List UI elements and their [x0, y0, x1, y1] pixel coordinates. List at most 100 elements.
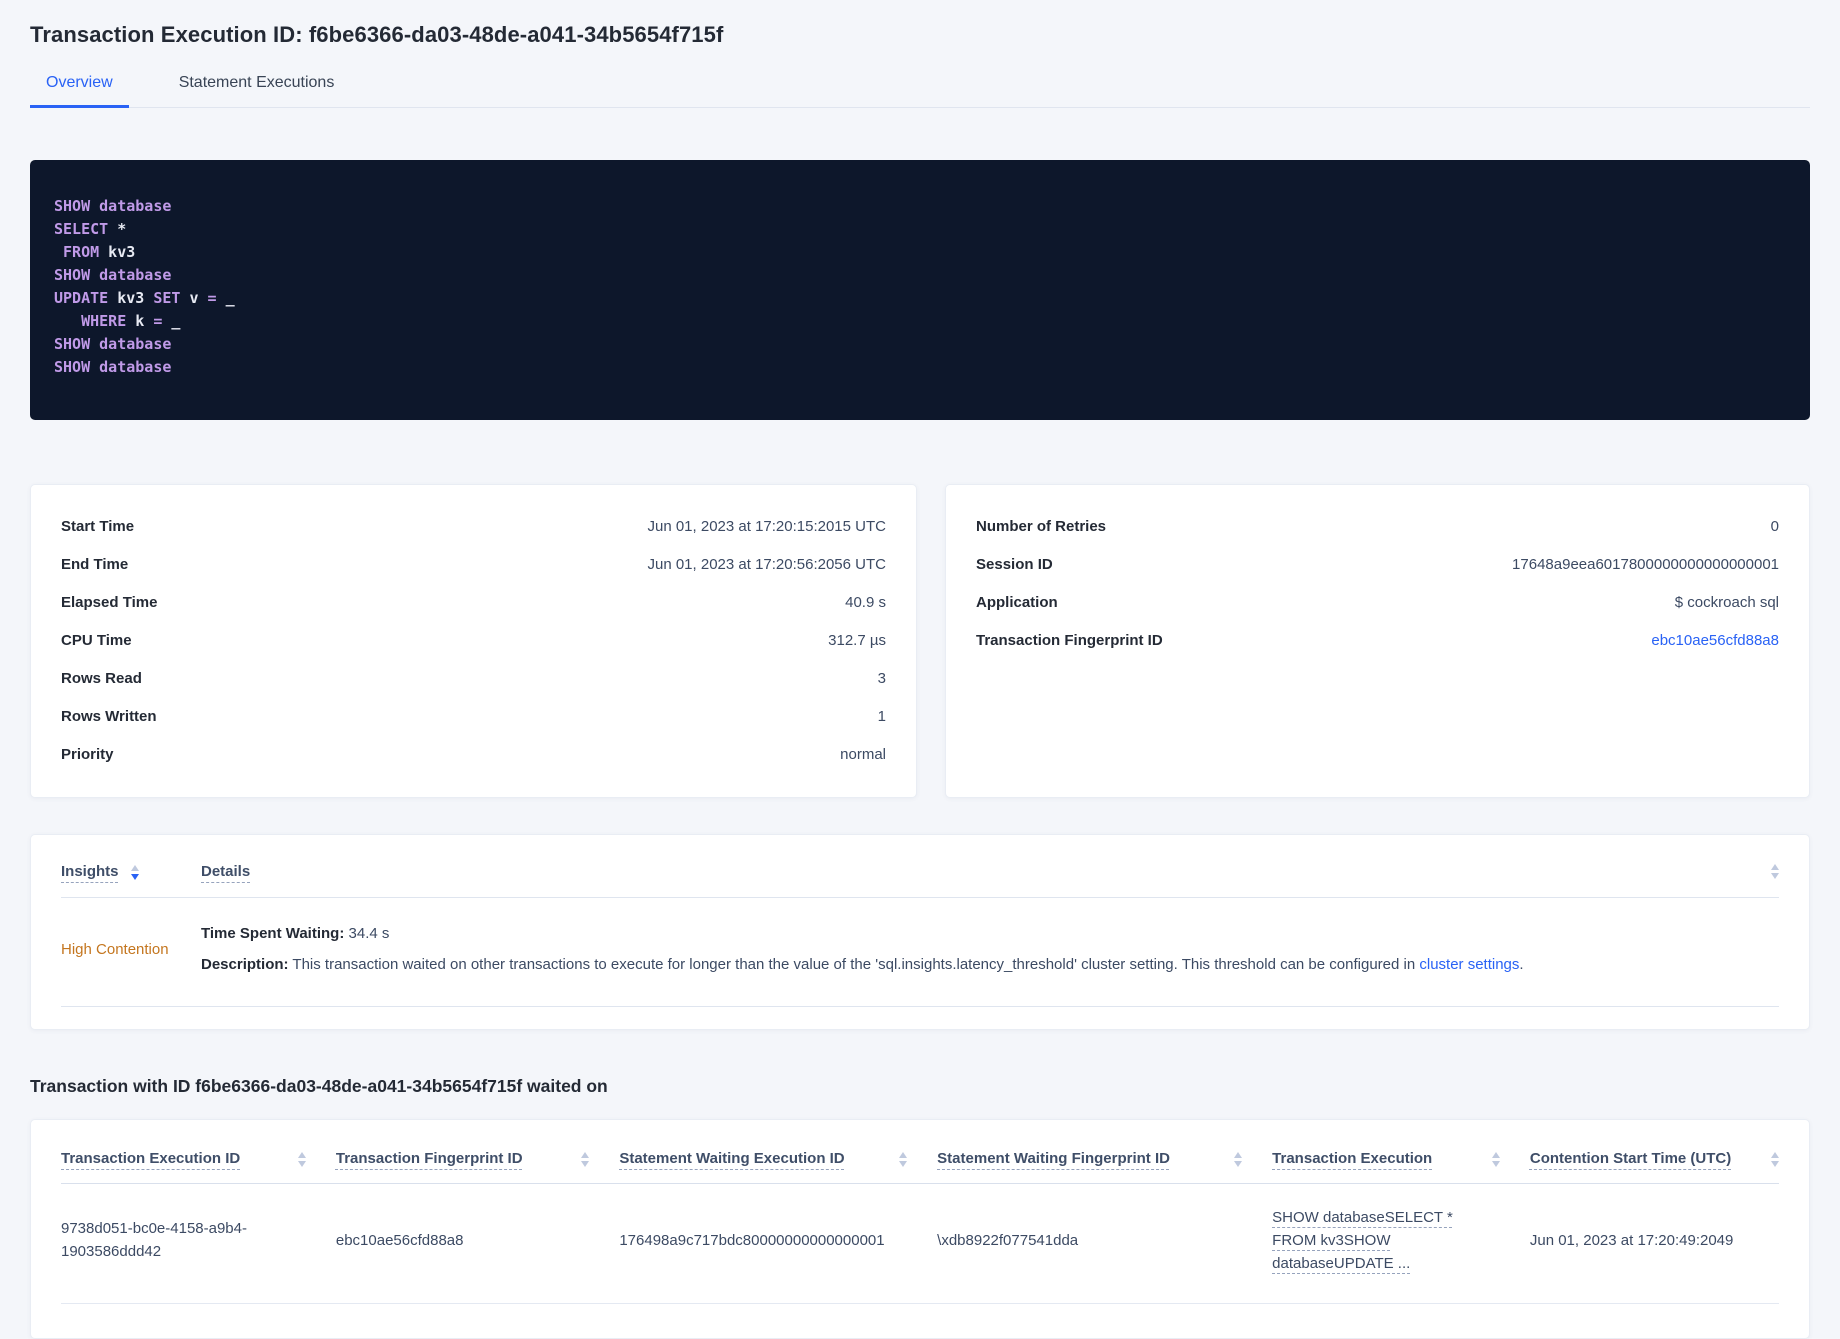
waited-on-table-header: Transaction Execution ID Transaction Fin… [61, 1144, 1779, 1184]
row-value: 3 [878, 670, 886, 687]
sort-icon[interactable] [899, 1152, 907, 1167]
sort-icon[interactable] [131, 865, 139, 880]
sql-statements-box: SHOW database SELECT * FROM kv3 SHOW dat… [30, 160, 1810, 420]
sql-keyword: UPDATE [54, 289, 108, 307]
sort-icon[interactable] [1492, 1152, 1500, 1167]
column-header-label[interactable]: Transaction Execution ID [61, 1150, 240, 1167]
column-header-stmt-waiting-fingerprint-id[interactable]: Statement Waiting Fingerprint ID [937, 1150, 1272, 1167]
summary-row-priority: Priority normal [61, 736, 886, 774]
txn-execution-id-value: 9738d051-bc0e-4158-a9b4-1903586ddd42 [61, 1217, 269, 1264]
txn-execution-statement-link[interactable]: SHOW databaseSELECT * FROM kv3SHOW datab… [1272, 1206, 1464, 1276]
transaction-fingerprint-link[interactable]: ebc10ae56cfd88a8 [1651, 632, 1779, 649]
sql-text: kv3 [99, 243, 135, 261]
sort-icon[interactable] [298, 1152, 306, 1167]
sort-desc-icon [581, 1161, 589, 1167]
sql-text: * [108, 220, 126, 238]
sort-icon[interactable] [581, 1152, 589, 1167]
summary-cards-row: Start Time Jun 01, 2023 at 17:20:15:2015… [30, 484, 1810, 798]
sort-icon[interactable] [1771, 864, 1779, 879]
sql-line: FROM kv3 [54, 241, 1786, 264]
tab-statement-executions[interactable]: Statement Executions [163, 74, 351, 108]
cell-stmt-waiting-fingerprint-id: \xdb8922f077541dda [937, 1229, 1272, 1252]
session-summary-card: Number of Retries 0 Session ID 17648a9ee… [945, 484, 1810, 798]
sql-text: _ [162, 312, 180, 330]
sort-desc-icon [1234, 1161, 1242, 1167]
summary-row-rows-read: Rows Read 3 [61, 660, 886, 698]
waited-on-heading: Transaction with ID f6be6366-da03-48de-a… [30, 1076, 1810, 1097]
row-label: Rows Written [61, 708, 157, 725]
sql-keyword: SHOW database [54, 266, 171, 284]
sql-line: SHOW database [54, 195, 1786, 218]
sort-asc-icon [581, 1152, 589, 1158]
insight-type-badge: High Contention [61, 941, 201, 958]
row-value: normal [840, 746, 886, 763]
transaction-details-page: Transaction Execution ID: f6be6366-da03-… [0, 0, 1840, 1339]
sql-line: SHOW database [54, 333, 1786, 356]
waited-on-table-row: 9738d051-bc0e-4158-a9b4-1903586ddd42 ebc… [61, 1184, 1779, 1305]
row-value: 0 [1771, 518, 1779, 535]
tab-overview[interactable]: Overview [30, 74, 129, 108]
insights-card: Insights Details High Contention Time Sp… [30, 834, 1810, 1030]
column-header-stmt-waiting-execution-id[interactable]: Statement Waiting Execution ID [619, 1150, 937, 1167]
row-value: 40.9 s [845, 594, 886, 611]
insight-description: Description: This transaction waited on … [201, 954, 1779, 976]
details-header-label[interactable]: Details [201, 863, 250, 880]
column-header-label[interactable]: Statement Waiting Execution ID [619, 1150, 844, 1167]
description-label: Description: [201, 956, 289, 973]
sort-desc-icon [298, 1161, 306, 1167]
page-title: Transaction Execution ID: f6be6366-da03-… [30, 22, 1810, 48]
column-header-txn-fingerprint-id[interactable]: Transaction Fingerprint ID [336, 1150, 619, 1167]
summary-row-start-time: Start Time Jun 01, 2023 at 17:20:15:2015… [61, 508, 886, 546]
row-label: Number of Retries [976, 518, 1106, 535]
summary-row-session-id: Session ID 17648a9eea6017800000000000000… [976, 546, 1779, 584]
sql-line: SHOW database [54, 264, 1786, 287]
sql-line: WHERE k = _ [54, 310, 1786, 333]
sql-keyword: SHOW database [54, 358, 171, 376]
sort-desc-icon [899, 1161, 907, 1167]
contention-start-time-value: Jun 01, 2023 at 17:20:49:2049 [1530, 1232, 1734, 1249]
description-text: This transaction waited on other transac… [289, 956, 1420, 973]
row-value: 17648a9eea6017800000000000000001 [1512, 556, 1779, 573]
table-footer-space [61, 1304, 1779, 1318]
txn-fingerprint-id-value: ebc10ae56cfd88a8 [336, 1232, 464, 1249]
details-column-header[interactable]: Details [201, 863, 1771, 881]
row-label: Application [976, 594, 1058, 611]
column-header-txn-execution-id[interactable]: Transaction Execution ID [61, 1150, 336, 1167]
sort-asc-icon [1771, 1152, 1779, 1158]
insights-header-label[interactable]: Insights [61, 863, 119, 880]
time-spent-waiting: Time Spent Waiting: 34.4 s [201, 923, 1779, 945]
sort-icon[interactable] [1234, 1152, 1242, 1167]
cell-txn-fingerprint-id: ebc10ae56cfd88a8 [336, 1229, 619, 1252]
row-label: Priority [61, 746, 114, 763]
insights-column-header[interactable]: Insights [61, 863, 201, 880]
row-value: Jun 01, 2023 at 17:20:56:2056 UTC [647, 556, 886, 573]
sort-icon[interactable] [1771, 1152, 1779, 1167]
column-header-label[interactable]: Statement Waiting Fingerprint ID [937, 1150, 1170, 1167]
column-header-txn-execution[interactable]: Transaction Execution [1272, 1150, 1530, 1167]
summary-row-elapsed-time: Elapsed Time 40.9 s [61, 584, 886, 622]
column-header-label[interactable]: Contention Start Time (UTC) [1530, 1150, 1731, 1167]
tab-bar: Overview Statement Executions [30, 74, 1810, 108]
row-label: Session ID [976, 556, 1053, 573]
row-value: Jun 01, 2023 at 17:20:15:2015 UTC [647, 518, 886, 535]
sort-asc-icon [1492, 1152, 1500, 1158]
row-label: Start Time [61, 518, 134, 535]
sort-desc-icon [131, 874, 139, 880]
sql-text: _ [217, 289, 235, 307]
column-header-contention-start-time[interactable]: Contention Start Time (UTC) [1530, 1150, 1779, 1167]
sql-keyword: SELECT [54, 220, 108, 238]
summary-row-retries: Number of Retries 0 [976, 508, 1779, 546]
row-label: Transaction Fingerprint ID [976, 632, 1163, 649]
insights-table-header: Insights Details [61, 853, 1779, 898]
txn-execution-statement-text: SHOW databaseSELECT * FROM kv3SHOW datab… [1272, 1209, 1453, 1273]
sql-keyword: = [208, 289, 217, 307]
sql-keyword: WHERE [54, 312, 126, 330]
waited-on-table-card: Transaction Execution ID Transaction Fin… [30, 1119, 1810, 1339]
column-header-label[interactable]: Transaction Fingerprint ID [336, 1150, 523, 1167]
column-header-label[interactable]: Transaction Execution [1272, 1150, 1432, 1167]
sort-desc-icon [1771, 873, 1779, 879]
row-label: CPU Time [61, 632, 132, 649]
row-label: Elapsed Time [61, 594, 157, 611]
sql-keyword: SHOW database [54, 197, 171, 215]
cluster-settings-link[interactable]: cluster settings [1419, 956, 1519, 973]
